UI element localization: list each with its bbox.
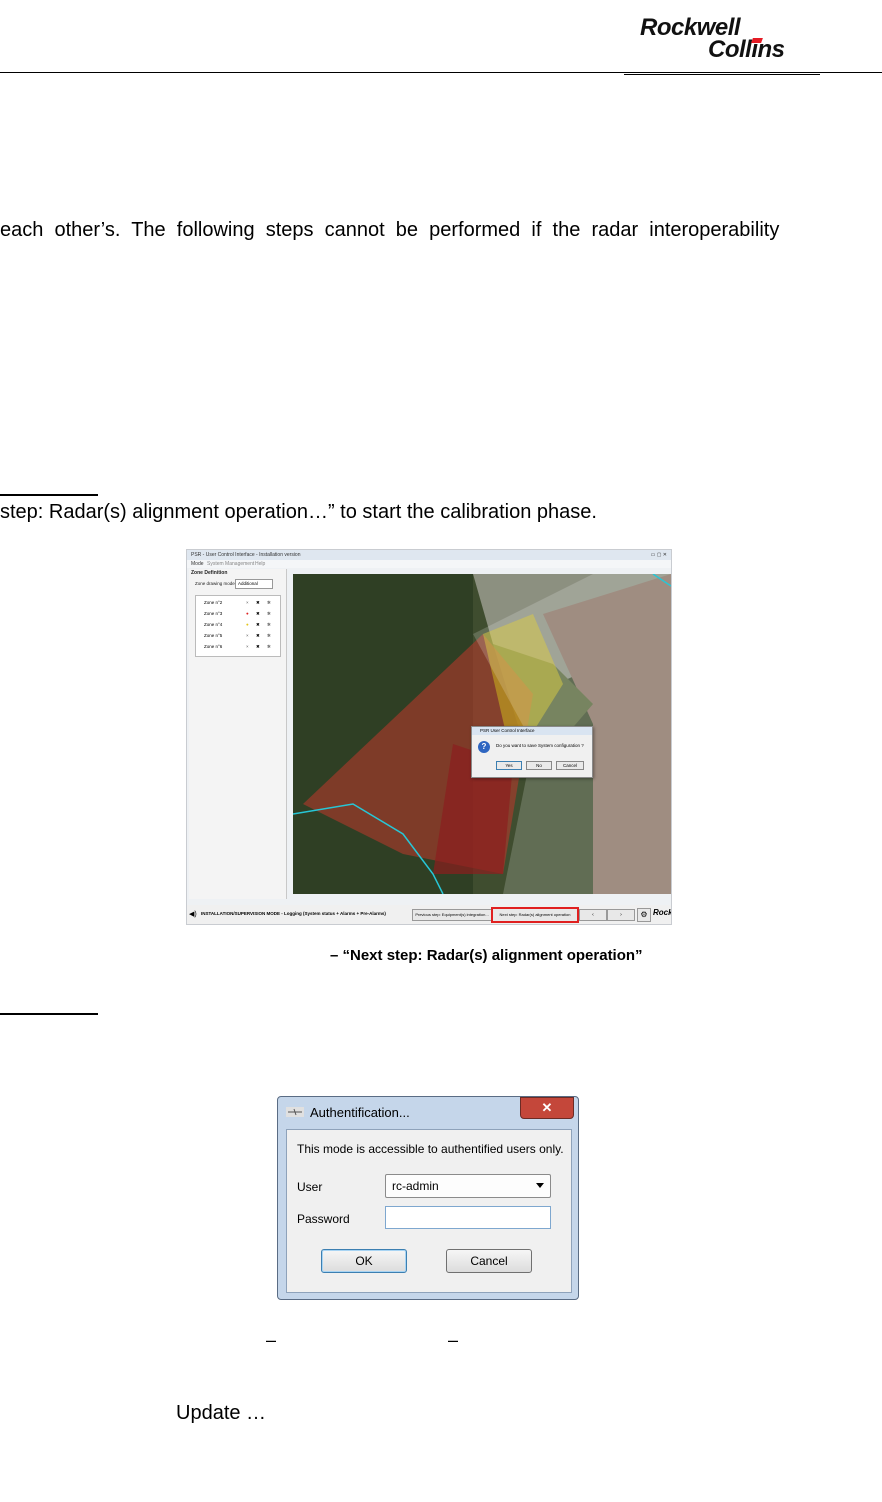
- zone-name: Zone n°5: [204, 633, 223, 638]
- auth-client-area: This mode is accessible to authentified …: [286, 1129, 572, 1293]
- zone-red-icon: ●: [246, 611, 249, 616]
- password-field[interactable]: [385, 1206, 551, 1229]
- zone-off-icon: ×: [246, 600, 249, 605]
- save-dialog-text: Do you want to save System configuration…: [496, 743, 584, 748]
- gear-icon[interactable]: ✲: [267, 609, 271, 619]
- nav-left-button[interactable]: ‹: [579, 909, 607, 921]
- gear-icon[interactable]: ✲: [267, 598, 271, 608]
- user-select[interactable]: rc-admin: [385, 1174, 551, 1198]
- logo-accent: [751, 38, 763, 43]
- auth-dialog: Authentification... ✕ This mode is acces…: [277, 1096, 579, 1300]
- zone-row[interactable]: Zone n°4 ● ✖ ✲: [204, 620, 284, 630]
- speaker-icon[interactable]: ◀): [189, 910, 197, 918]
- paragraph-next-step: step: Radar(s) alignment operation…” to …: [0, 501, 597, 523]
- user-value: rc-admin: [392, 1179, 439, 1193]
- app-titlebar: PSR - User Control Interface - Installat…: [187, 550, 671, 560]
- gear-icon[interactable]: ✲: [267, 620, 271, 630]
- zone-definition-panel: Zone Definition Zone drawing mode Additi…: [189, 569, 287, 899]
- caption2-dash-1: –: [266, 1330, 277, 1350]
- menu-help[interactable]: Help: [255, 560, 265, 568]
- header-rule-secondary: [624, 74, 820, 75]
- zone-list: Zone n°2 × ✖ ✲ Zone n°3 ● ✖ ✲ Zone n°4 ● ✖ ✲ Zone…: [195, 595, 281, 657]
- tools-icon[interactable]: ✖: [256, 642, 260, 652]
- zone-name: Zone n°4: [204, 622, 223, 627]
- close-icon[interactable]: ✕: [520, 1097, 574, 1119]
- window-controls-icon[interactable]: ▭ ▢ ✕: [651, 550, 667, 560]
- user-label: User: [297, 1180, 323, 1194]
- zone-name: Zone n°6: [204, 644, 223, 649]
- gear-icon[interactable]: ✲: [267, 642, 271, 652]
- gear-icon[interactable]: ✲: [267, 631, 271, 641]
- nav-right-button[interactable]: ›: [607, 909, 635, 921]
- update-text: Update …: [176, 1402, 267, 1424]
- tools-icon[interactable]: ✖: [256, 598, 260, 608]
- drawing-mode-value: Additional: [238, 581, 258, 586]
- password-label: Password: [297, 1212, 350, 1226]
- previous-step-button[interactable]: Previous step: Equipment(s) integration.…: [412, 909, 492, 921]
- rockwell-collins-logo: Rockwell Collins: [640, 14, 810, 63]
- zone-yellow-icon: ●: [246, 622, 249, 627]
- header-rule: [0, 72, 882, 73]
- zone-row[interactable]: Zone n°3 ● ✖ ✲: [204, 609, 284, 619]
- question-icon: ?: [478, 741, 490, 753]
- paragraph-interop: each other’s. The following steps cannot…: [0, 219, 780, 241]
- tools-icon[interactable]: ✖: [256, 609, 260, 619]
- zone-name: Zone n°3: [204, 611, 223, 616]
- save-dialog-title: PSR User Control Interface: [472, 727, 592, 735]
- auth-message: This mode is accessible to authentified …: [297, 1142, 564, 1156]
- tools-icon[interactable]: ✖: [256, 620, 260, 630]
- underline-stub-2: [0, 1013, 98, 1015]
- menu-mode[interactable]: Mode: [191, 560, 204, 568]
- app-menubar: Mode System Management Help: [187, 560, 671, 568]
- figure-app-screenshot: PSR - User Control Interface - Installat…: [186, 549, 672, 925]
- zone-row[interactable]: Zone n°5 × ✖ ✲: [204, 631, 284, 641]
- cancel-button[interactable]: Cancel: [446, 1249, 532, 1273]
- zone-off-icon: ×: [246, 644, 249, 649]
- mini-logo: Rockwell: [653, 908, 672, 917]
- underline-stub-1: [0, 494, 98, 496]
- app-icon: [286, 1107, 304, 1117]
- status-text: INSTALLATION/SUPERVISION MODE - Logging …: [201, 911, 386, 916]
- drawing-mode-label: Zone drawing mode: [195, 581, 235, 586]
- cancel-small-button[interactable]: Cancel: [556, 761, 584, 770]
- logo-line2: Collins: [708, 36, 785, 63]
- auth-title: Authentification...: [310, 1105, 410, 1120]
- app-title: PSR - User Control Interface - Installat…: [191, 552, 301, 558]
- next-step-button[interactable]: Next step: Radar(s) alignment operation: [491, 907, 579, 923]
- figure1-caption: – “Next step: Radar(s) alignment operati…: [330, 947, 643, 964]
- menu-system-management[interactable]: System Management: [207, 560, 254, 568]
- zone-name: Zone n°2: [204, 600, 223, 605]
- panel-title: Zone Definition: [191, 570, 228, 576]
- tools-icon[interactable]: ✖: [256, 631, 260, 641]
- settings-gear-icon[interactable]: ⚙: [637, 908, 651, 922]
- chevron-down-icon: [536, 1183, 544, 1188]
- zone-row[interactable]: Zone n°6 × ✖ ✲: [204, 642, 284, 652]
- save-config-dialog: PSR User Control Interface ? Do you want…: [471, 726, 593, 778]
- zone-row[interactable]: Zone n°2 × ✖ ✲: [204, 598, 284, 608]
- yes-button[interactable]: Yes: [496, 761, 522, 770]
- app-statusbar: ◀) INSTALLATION/SUPERVISION MODE - Loggi…: [187, 905, 671, 924]
- drawing-mode-select[interactable]: Additional: [235, 579, 273, 589]
- caption2-dash-2: –: [448, 1330, 459, 1350]
- map-view[interactable]: PSR User Control Interface ? Do you want…: [293, 574, 671, 894]
- ok-button[interactable]: OK: [321, 1249, 407, 1273]
- no-button[interactable]: No: [526, 761, 552, 770]
- zone-off-icon: ×: [246, 633, 249, 638]
